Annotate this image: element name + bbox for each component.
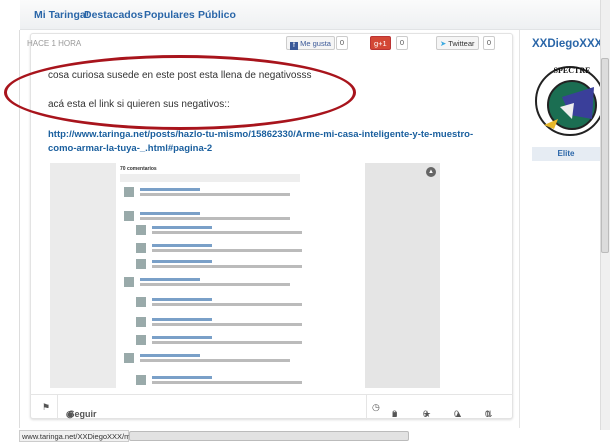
screenshot-comment bbox=[136, 335, 306, 345]
screenshot-comment bbox=[136, 225, 306, 235]
post-link-continued[interactable]: como-armar-la-tuya-_.html#pagina-2 bbox=[48, 143, 212, 154]
nav-mi-taringa[interactable]: Mi Taringa! bbox=[34, 9, 89, 21]
clock-icon: ◷ bbox=[372, 402, 380, 412]
status-url: www.taringa.net/XXDiegoXXX/mi/Zo8Xa bbox=[19, 430, 156, 442]
gplus-button[interactable]: g+1 bbox=[370, 36, 391, 50]
nav-populares[interactable]: Populares bbox=[144, 9, 195, 21]
screenshot-comment bbox=[124, 211, 294, 221]
twitter-count: 0 bbox=[483, 36, 495, 50]
screenshot-comment bbox=[136, 259, 306, 269]
screenshot-comment bbox=[124, 187, 294, 197]
post-link[interactable]: http://www.taringa.net/posts/hazlo-tu-mi… bbox=[48, 129, 473, 140]
nav-destacados[interactable]: Destacados bbox=[84, 9, 143, 21]
screenshot-comment bbox=[124, 353, 294, 363]
screenshot-comment bbox=[136, 317, 306, 327]
top-nav: Mi Taringa! Destacados Populares Público bbox=[20, 0, 600, 30]
screenshot-comment bbox=[124, 277, 294, 287]
tweet-button[interactable]: ➤ Twittear bbox=[436, 36, 479, 50]
facebook-like-button[interactable]: f Me gusta bbox=[286, 36, 335, 50]
flag-icon[interactable]: ⚑ bbox=[42, 402, 50, 413]
vertical-scroll-thumb[interactable] bbox=[601, 58, 609, 253]
scroll-up-icon[interactable]: ▲ bbox=[426, 167, 436, 177]
screenshot-comment bbox=[136, 243, 306, 253]
avatar-logo-text: SPECTRE bbox=[554, 66, 591, 75]
post-time: HACE 1 HORA bbox=[27, 39, 82, 48]
facebook-count: 0 bbox=[336, 36, 348, 50]
screenshot-title: 70 comentarios bbox=[120, 166, 157, 172]
screenshot-comment bbox=[136, 375, 306, 385]
screenshot-comment bbox=[136, 297, 306, 307]
embedded-screenshot: 70 comentarios ▲ bbox=[50, 163, 440, 388]
follow-button[interactable]: ◉ Seguir bbox=[66, 402, 97, 419]
horizontal-scrollbar[interactable] bbox=[129, 431, 409, 441]
post-footer: ⚑ ◉ Seguir ◷ ■ 2 ★ 0 ▲ 0 ⇅ 0 bbox=[30, 394, 513, 420]
nav-publico[interactable]: Público bbox=[198, 9, 236, 21]
screenshot-pager bbox=[120, 174, 300, 182]
gplus-count: 0 bbox=[396, 36, 408, 50]
facebook-icon: f bbox=[290, 42, 298, 50]
sidebar-username[interactable]: XXDiegoXXX bbox=[532, 38, 602, 50]
red-annotation-ellipse bbox=[4, 55, 356, 130]
twitter-icon: ➤ bbox=[440, 39, 447, 48]
user-rank: Elite bbox=[532, 147, 600, 161]
user-avatar[interactable]: SPECTRE bbox=[532, 57, 600, 139]
